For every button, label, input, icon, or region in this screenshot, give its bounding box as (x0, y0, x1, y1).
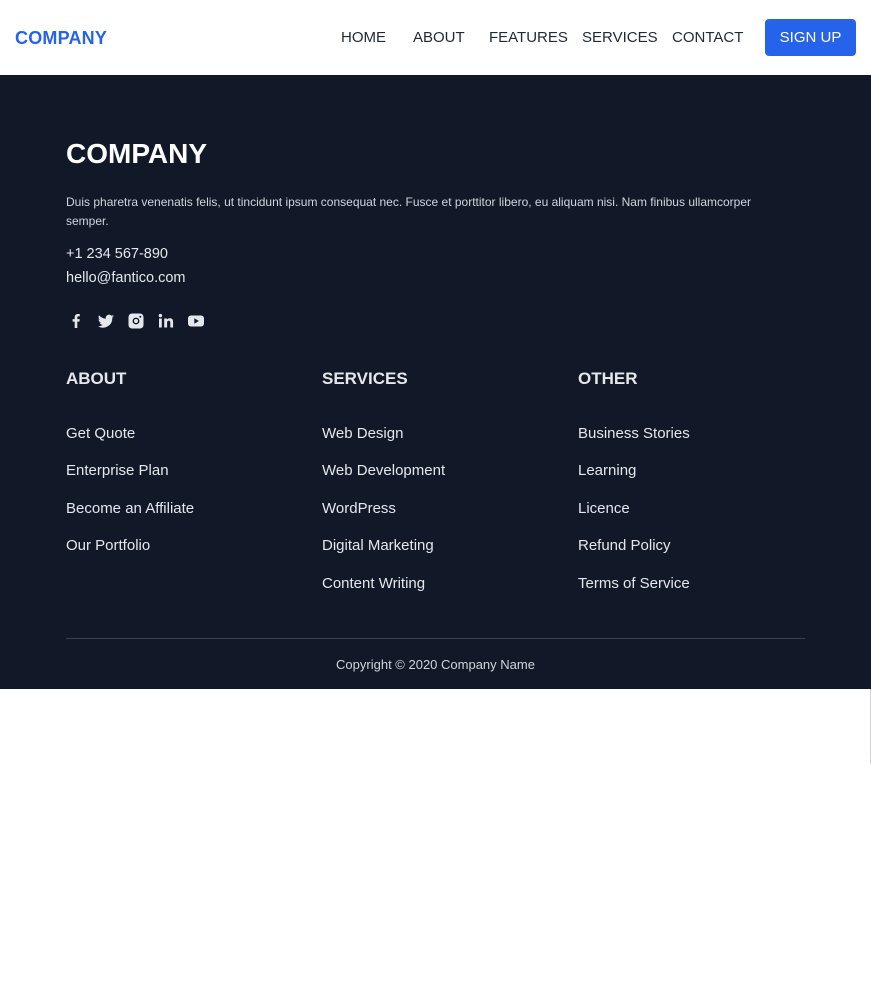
footer-link-enterprise-plan[interactable]: Enterprise Plan (66, 462, 169, 479)
signup-button[interactable]: SIGN UP (765, 19, 856, 56)
footer-link-become-affiliate[interactable]: Become an Affiliate (66, 500, 194, 517)
top-navbar: COMPANY HOME ABOUT FEATURES SERVICES CON… (0, 0, 871, 75)
footer-heading-other: OTHER (578, 369, 638, 388)
youtube-icon[interactable] (186, 311, 206, 331)
footer-link-refund-policy[interactable]: Refund Policy (578, 537, 671, 554)
footer-brand: COMPANY (66, 138, 208, 169)
footer-heading-about: ABOUT (66, 369, 127, 388)
footer-link-our-portfolio[interactable]: Our Portfolio (66, 537, 150, 554)
footer-divider (66, 638, 805, 639)
footer-link-web-design[interactable]: Web Design (322, 425, 403, 442)
footer-link-learning[interactable]: Learning (578, 462, 636, 479)
facebook-icon[interactable] (66, 311, 86, 331)
footer-heading-services: SERVICES (322, 369, 408, 388)
nav-link-about[interactable]: ABOUT (413, 29, 465, 46)
footer-link-terms-of-service[interactable]: Terms of Service (578, 575, 690, 592)
nav-link-services[interactable]: SERVICES (582, 29, 658, 46)
footer-email[interactable]: hello@fantico.com (66, 270, 186, 286)
footer-description: Duis pharetra venenatis felis, ut tincid… (66, 195, 752, 228)
copyright-text: Copyright © 2020 Company Name (336, 657, 535, 672)
site-footer: COMPANY Duis pharetra venenatis felis, u… (0, 75, 871, 689)
footer-link-web-development[interactable]: Web Development (322, 462, 445, 479)
footer-link-get-quote[interactable]: Get Quote (66, 425, 135, 442)
nav-link-features[interactable]: FEATURES (489, 29, 568, 46)
footer-phone[interactable]: +1 234 567-890 (66, 246, 168, 262)
footer-link-digital-marketing[interactable]: Digital Marketing (322, 537, 434, 554)
social-links (66, 311, 216, 331)
nav-link-contact[interactable]: CONTACT (672, 29, 743, 46)
footer-link-business-stories[interactable]: Business Stories (578, 425, 690, 442)
footer-link-licence[interactable]: Licence (578, 500, 630, 517)
nav-link-home[interactable]: HOME (341, 29, 386, 46)
main-nav: HOME ABOUT FEATURES SERVICES CONTACT (0, 0, 871, 75)
linkedin-icon[interactable] (156, 311, 176, 331)
twitter-icon[interactable] (96, 311, 116, 331)
instagram-icon[interactable] (126, 311, 146, 331)
footer-link-content-writing[interactable]: Content Writing (322, 575, 425, 592)
footer-link-wordpress[interactable]: WordPress (322, 500, 396, 517)
